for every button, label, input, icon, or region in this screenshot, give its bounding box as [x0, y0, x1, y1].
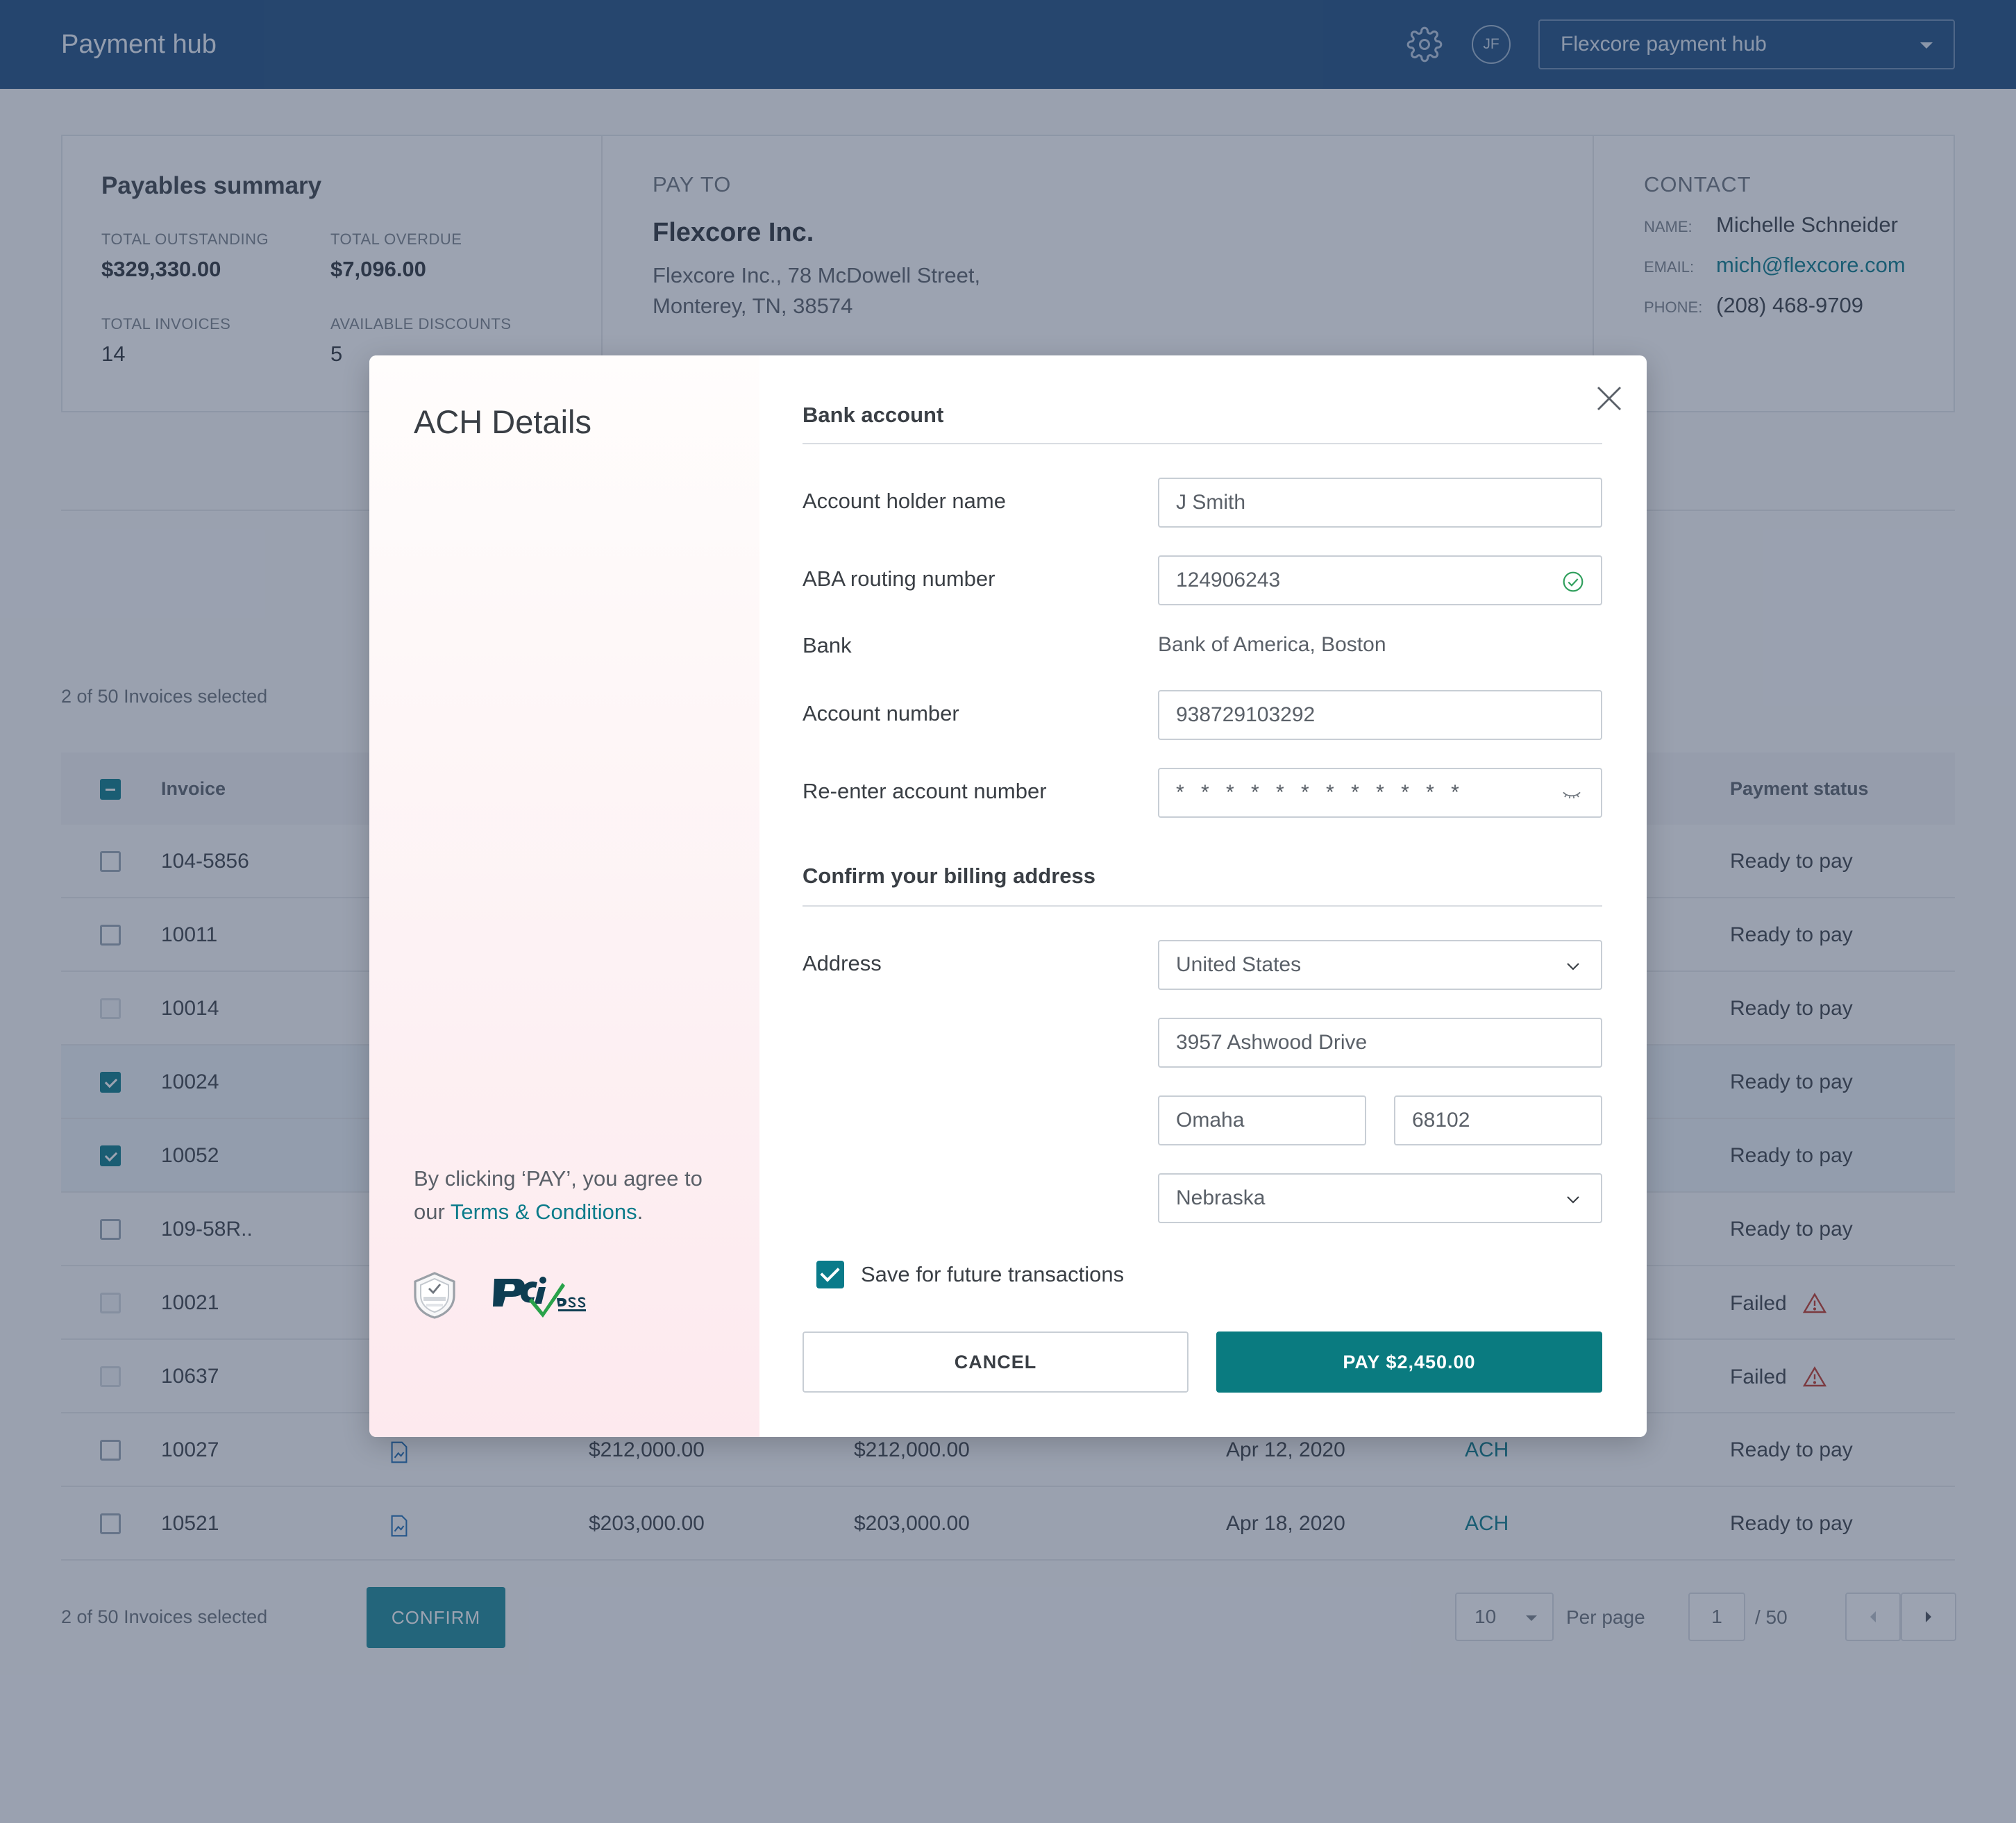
zip-value: 68102 [1412, 1109, 1470, 1132]
country-value: United States [1176, 953, 1302, 976]
zip-input[interactable]: 68102 [1394, 1095, 1602, 1145]
check-circle-icon [1563, 571, 1584, 592]
modal-side-panel: ACH Details By clicking ‘PAY’, you agree… [369, 355, 759, 1437]
routing-number-value: 124906243 [1176, 569, 1281, 591]
city-value: Omaha [1176, 1109, 1245, 1132]
close-icon[interactable] [1593, 382, 1626, 415]
chevron-down-icon [1567, 963, 1579, 971]
pci-dss-badge-icon [493, 1277, 586, 1318]
save-for-future-label[interactable]: Save for future transactions [861, 1262, 1124, 1287]
routing-number-label: ABA routing number [803, 566, 996, 591]
account-number-input[interactable]: 938729103292 [1158, 690, 1602, 740]
account-holder-value: J Smith [1176, 491, 1246, 514]
reenter-account-input[interactable]: * * * * * * * * * * * * [1158, 768, 1602, 818]
account-number-value: 938729103292 [1176, 703, 1316, 726]
ach-details-modal: ACH Details By clicking ‘PAY’, you agree… [369, 355, 1647, 1437]
account-number-label: Account number [803, 701, 959, 725]
billing-address-heading: Confirm your billing address [803, 864, 1095, 888]
bank-label: Bank [803, 633, 852, 657]
save-for-future-row[interactable]: Save for future transactions [816, 1261, 1124, 1288]
save-for-future-checkbox[interactable] [816, 1261, 844, 1288]
street-value: 3957 Ashwood Drive [1176, 1031, 1368, 1054]
street-input[interactable]: 3957 Ashwood Drive [1158, 1018, 1602, 1068]
reenter-account-value: * * * * * * * * * * * * [1176, 781, 1465, 804]
soc-certified-badge-icon [414, 1272, 455, 1319]
state-value: Nebraska [1176, 1186, 1266, 1209]
country-select[interactable]: United States [1158, 940, 1602, 990]
chevron-down-icon [1567, 1196, 1579, 1204]
bank-account-heading: Bank account [803, 403, 944, 427]
bank-name: Bank of America, Boston [1158, 633, 1386, 656]
modal-title: ACH Details [414, 403, 591, 440]
terms-link[interactable]: Terms & Conditions [451, 1200, 637, 1224]
state-select[interactable]: Nebraska [1158, 1173, 1602, 1223]
account-holder-input[interactable]: J Smith [1158, 478, 1602, 528]
address-label: Address [803, 951, 882, 975]
billing-address-divider [803, 905, 1602, 907]
terms-notice-suffix: . [637, 1200, 644, 1224]
bank-account-divider [803, 443, 1602, 444]
account-holder-label: Account holder name [803, 489, 1006, 513]
terms-notice: By clicking ‘PAY’, you agree to our Term… [414, 1162, 719, 1229]
city-input[interactable]: Omaha [1158, 1095, 1366, 1145]
eye-closed-icon[interactable] [1559, 783, 1584, 805]
pay-button[interactable]: PAY $2,450.00 [1216, 1331, 1602, 1393]
cancel-button[interactable]: CANCEL [803, 1331, 1188, 1393]
routing-number-input[interactable]: 124906243 [1158, 555, 1602, 605]
reenter-account-label: Re-enter account number [803, 779, 1047, 803]
